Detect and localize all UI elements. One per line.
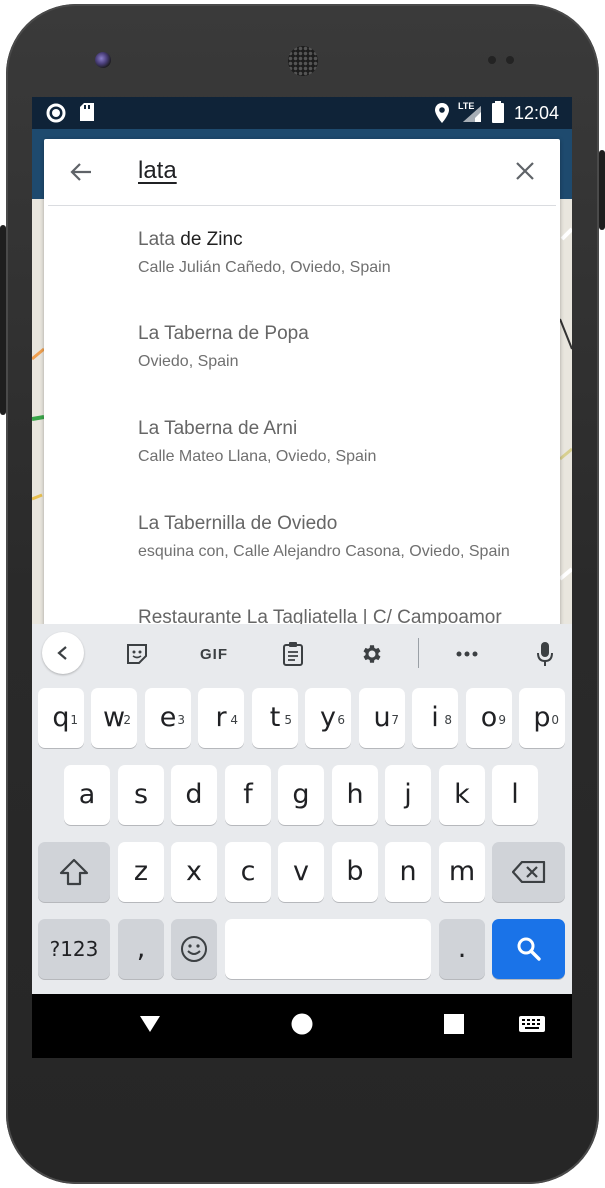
navigation-bar [32, 994, 572, 1058]
home-circle-icon[interactable] [291, 1013, 313, 1035]
key-o[interactable]: o9 [466, 688, 512, 748]
suggestion-address: Oviedo, Spain [138, 353, 239, 370]
key-m[interactable]: m [439, 842, 485, 902]
shift-key[interactable] [38, 842, 110, 902]
search-divider [48, 205, 556, 206]
key-q[interactable]: q1 [38, 688, 84, 748]
key-r[interactable]: r4 [198, 688, 244, 748]
suggestion-title: Lata de Zinc [138, 229, 243, 250]
key-g[interactable]: g [278, 765, 324, 825]
key-v[interactable]: v [278, 842, 324, 902]
back-arrow-icon[interactable] [68, 159, 94, 185]
search-key[interactable] [492, 919, 565, 979]
suggestion-item[interactable]: La Taberna de Popa Oviedo, Spain [44, 303, 560, 397]
chevron-left-icon [57, 646, 67, 660]
recents-square-icon[interactable] [444, 1014, 464, 1034]
space-key[interactable] [225, 919, 431, 979]
suggestion-title: La Tabernilla de Oviedo [138, 513, 338, 534]
notification-circle-icon [46, 103, 66, 123]
backspace-key[interactable] [492, 842, 565, 902]
signal-icon [463, 106, 481, 122]
emoji-key[interactable] [171, 919, 217, 979]
settings-button[interactable] [356, 638, 386, 670]
proximity-sensor [488, 56, 496, 64]
key-d[interactable]: d [171, 765, 217, 825]
volume-button [0, 225, 6, 415]
battery-icon [492, 101, 504, 123]
collapse-toolbar-button[interactable] [42, 632, 84, 674]
search-icon [517, 937, 541, 961]
location-icon [435, 103, 449, 123]
search-input[interactable]: lata [138, 157, 177, 185]
suggestion-title: La Taberna de Popa [138, 323, 309, 344]
key-f[interactable]: f [225, 765, 271, 825]
emoji-icon [181, 936, 207, 962]
key-y[interactable]: y6 [305, 688, 351, 748]
keyboard-switch-icon[interactable] [519, 1016, 545, 1032]
key-a[interactable]: a [64, 765, 110, 825]
back-triangle-icon[interactable] [139, 1015, 161, 1033]
suggestion-address: esquina con, Calle Alejandro Casona, Ovi… [138, 543, 510, 560]
suggestion-address: Calle Julián Cañedo, Oviedo, Spain [138, 259, 391, 276]
earpiece-speaker [288, 46, 318, 76]
sd-card-icon [80, 103, 94, 121]
key-j[interactable]: j [385, 765, 431, 825]
voice-input-button[interactable] [530, 638, 560, 670]
keyboard: GIF q1 w2 e3 r4 t5 y6 u7 i8 o9 p0 a s d … [32, 624, 572, 994]
screen: LTE 12:04 lata Lata de Zinc Calle Julián… [32, 97, 572, 1058]
key-p[interactable]: p0 [519, 688, 565, 748]
shift-icon [59, 858, 89, 886]
more-horizontal-icon [456, 651, 478, 657]
key-x[interactable]: x [171, 842, 217, 902]
comma-key[interactable]: , [118, 919, 164, 979]
symbols-key[interactable]: ?123 [38, 919, 110, 979]
key-i[interactable]: i8 [412, 688, 458, 748]
clear-icon[interactable] [514, 160, 536, 182]
status-bar: LTE 12:04 [32, 97, 572, 129]
suggestion-title: La Taberna de Arni [138, 418, 298, 439]
key-t[interactable]: t5 [252, 688, 298, 748]
power-button [599, 150, 605, 230]
key-e[interactable]: e3 [145, 688, 191, 748]
toolbar-divider [418, 638, 419, 668]
key-s[interactable]: s [118, 765, 164, 825]
key-u[interactable]: u7 [359, 688, 405, 748]
light-sensor [506, 56, 514, 64]
suggestion-item[interactable]: Lata de Zinc Calle Julián Cañedo, Oviedo… [44, 209, 560, 303]
clipboard-icon [283, 642, 303, 666]
sticker-button[interactable] [122, 638, 152, 670]
more-button[interactable] [452, 638, 482, 670]
suggestion-item[interactable]: La Taberna de Arni Calle Mateo Llana, Ov… [44, 397, 560, 491]
key-k[interactable]: k [439, 765, 485, 825]
key-z[interactable]: z [118, 842, 164, 902]
period-key[interactable]: . [439, 919, 485, 979]
backspace-icon [511, 860, 545, 884]
key-h[interactable]: h [332, 765, 378, 825]
key-c[interactable]: c [225, 842, 271, 902]
search-panel: lata Lata de Zinc Calle Julián Cañedo, O… [44, 139, 560, 639]
gear-icon [363, 645, 381, 663]
key-n[interactable]: n [385, 842, 431, 902]
sticker-icon [127, 644, 147, 664]
suggestion-address: Calle Mateo Llana, Oviedo, Spain [138, 448, 377, 465]
status-time: 12:04 [514, 103, 560, 123]
gif-button[interactable]: GIF [194, 638, 234, 670]
microphone-icon [537, 642, 553, 666]
key-l[interactable]: l [492, 765, 538, 825]
front-camera [95, 52, 111, 68]
key-b[interactable]: b [332, 842, 378, 902]
clipboard-button[interactable] [278, 638, 308, 670]
key-w[interactable]: w2 [91, 688, 137, 748]
suggestion-item[interactable]: La Tabernilla de Oviedo esquina con, Cal… [44, 491, 560, 585]
